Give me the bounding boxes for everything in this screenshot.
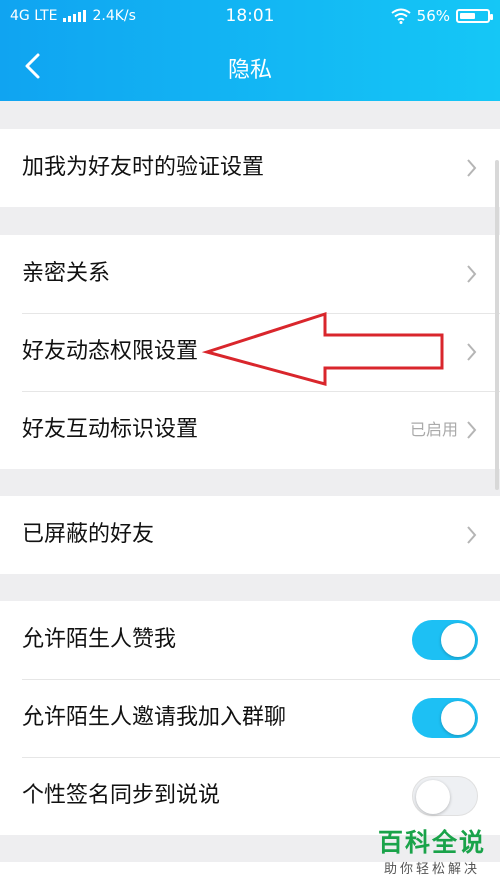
row-label: 已屏蔽的好友 <box>22 522 155 547</box>
row-signature-sync: 个性签名同步到说说 <box>0 757 500 835</box>
settings-group-toggles: 允许陌生人赞我 允许陌生人邀请我加入群聊 个性签名同步到说说 <box>0 601 500 835</box>
stranger-like-toggle[interactable] <box>412 620 478 660</box>
chevron-right-icon <box>467 421 477 439</box>
row-friend-verification[interactable]: 加我为好友时的验证设置 <box>0 129 500 207</box>
row-interaction-badge[interactable]: 好友互动标识设置 已启用 <box>0 391 500 469</box>
signature-sync-toggle[interactable] <box>412 776 478 816</box>
status-bar: 4G LTE 2.4K/s 18:01 56% <box>0 0 500 34</box>
settings-group-blocked: 已屏蔽的好友 <box>0 496 500 574</box>
row-blocked-friends[interactable]: 已屏蔽的好友 <box>0 496 500 574</box>
chevron-right-icon <box>467 343 477 361</box>
watermark-subtitle: 助你轻松解决 <box>383 862 480 877</box>
chevron-right-icon <box>467 159 477 177</box>
settings-group-friends: 亲密关系 好友动态权限设置 好友互动标识设置 已启用 <box>0 235 500 469</box>
row-label: 个性签名同步到说说 <box>22 783 221 808</box>
row-label: 允许陌生人邀请我加入群聊 <box>22 705 287 730</box>
row-label: 好友互动标识设置 <box>22 417 199 442</box>
row-intimate-relationship[interactable]: 亲密关系 <box>0 235 500 313</box>
stranger-invite-toggle[interactable] <box>412 698 478 738</box>
row-stranger-invite: 允许陌生人邀请我加入群聊 <box>0 679 500 757</box>
battery-percent: 56% <box>416 7 450 25</box>
settings-group-verification: 加我为好友时的验证设置 <box>0 129 500 207</box>
chevron-right-icon <box>467 265 477 283</box>
row-label: 加我为好友时的验证设置 <box>22 155 265 180</box>
row-label: 允许陌生人赞我 <box>22 627 177 652</box>
watermark-logo: 百科全说 助你轻松解决 <box>378 828 486 877</box>
row-stranger-like: 允许陌生人赞我 <box>0 601 500 679</box>
page-title: 隐私 <box>227 58 272 83</box>
row-label: 好友动态权限设置 <box>22 339 199 364</box>
battery-icon <box>456 9 493 23</box>
chevron-right-icon <box>467 526 477 544</box>
row-label: 亲密关系 <box>22 261 111 286</box>
wifi-icon <box>391 8 411 24</box>
header-bar: 4G LTE 2.4K/s 18:01 56% 隐私 <box>0 0 500 101</box>
row-value: 已启用 <box>409 420 458 439</box>
row-friend-feed-permission[interactable]: 好友动态权限设置 <box>0 313 500 391</box>
scrollbar[interactable] <box>495 160 499 490</box>
watermark-title: 百科全说 <box>377 828 486 857</box>
